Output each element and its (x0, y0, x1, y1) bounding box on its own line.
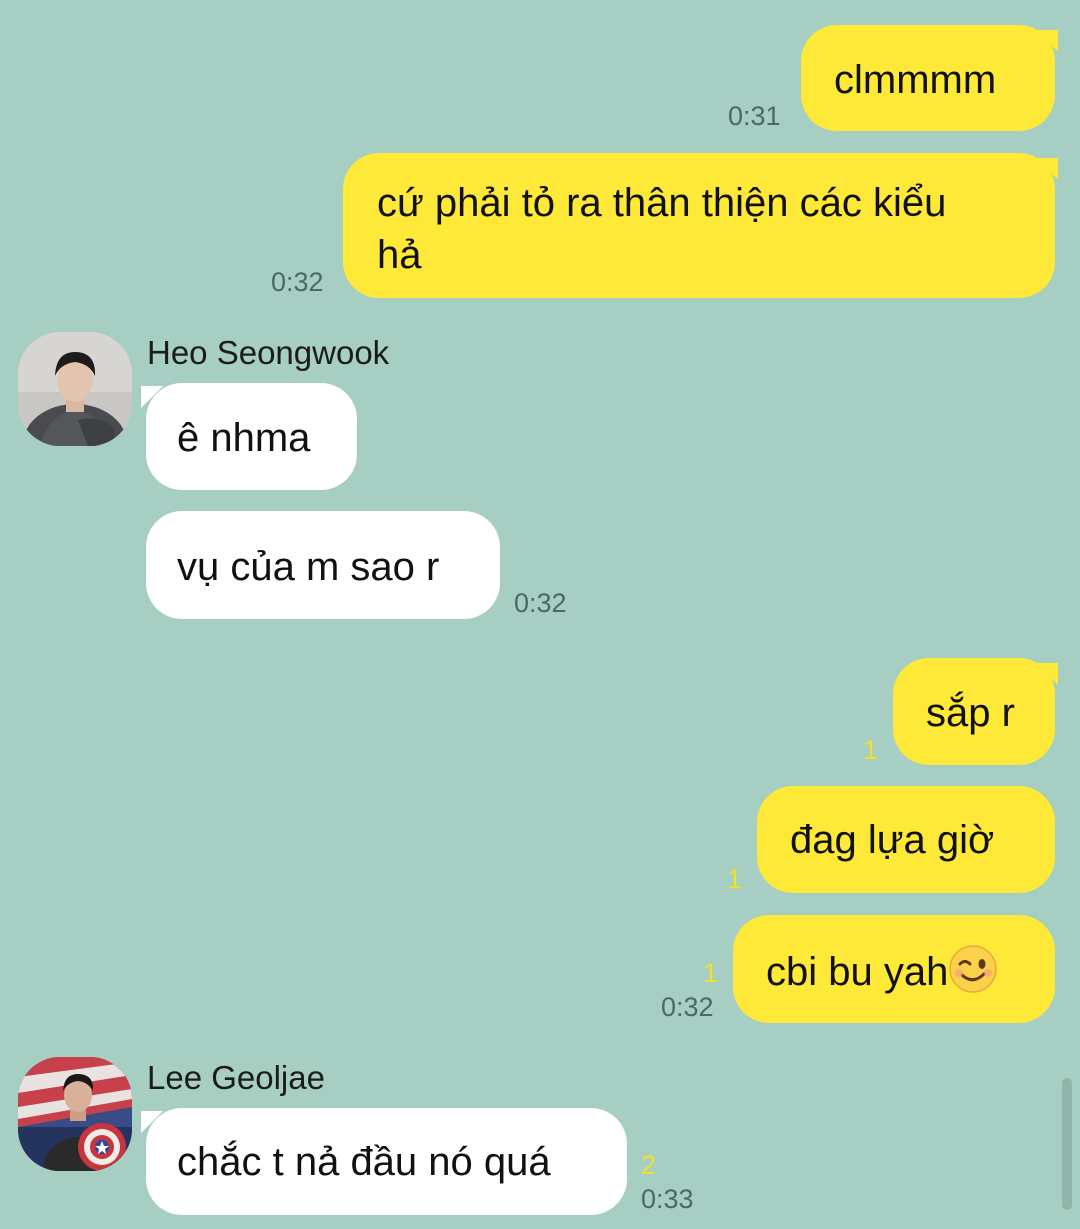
message-bubble[interactable]: vụ của m sao r (146, 511, 500, 619)
unread-count: 2 (641, 1150, 657, 1180)
message-bubble[interactable]: sắp r (893, 658, 1055, 765)
avatar-photo-heo-seongwook (18, 332, 132, 446)
avatar[interactable] (18, 1057, 132, 1171)
avatar-photo-lee-geoljae (18, 1057, 132, 1171)
scrollbar[interactable] (1062, 1078, 1072, 1210)
sender-name: Heo Seongwook (147, 334, 390, 371)
message-bubble[interactable]: chắc t nả đầu nó quá (146, 1108, 627, 1215)
message-bubble[interactable]: ê nhma (146, 383, 357, 490)
message-text: cbi bu yah (766, 950, 949, 994)
sender-name: Lee Geoljae (147, 1059, 325, 1096)
message-time: 0:32 (514, 588, 567, 618)
unread-count: 1 (727, 864, 743, 894)
unread-count: 1 (703, 958, 719, 988)
message-time: 0:33 (641, 1184, 694, 1214)
message-bubble[interactable]: cứ phải tỏ ra thân thiện các kiểu hả (343, 153, 1055, 298)
message-text: đag lựa giờ (790, 818, 995, 862)
message-text: sắp r (926, 691, 1015, 735)
message-text-line-2: hả (377, 233, 422, 277)
message-text: ê nhma (177, 416, 311, 460)
bubble-tail (141, 1111, 163, 1133)
message-time: 0:32 (661, 992, 714, 1022)
unread-count: 1 (863, 735, 879, 765)
message-bubble[interactable]: clmmmm (801, 25, 1055, 131)
message-bubble[interactable]: đag lựa giờ (757, 786, 1055, 893)
message-text: vụ của m sao r (177, 545, 440, 589)
message-time: 0:32 (271, 267, 324, 297)
message-text: clmmmm (834, 58, 997, 102)
bubble-tail (1036, 158, 1058, 180)
message-text: chắc t nả đầu nó quá (177, 1140, 551, 1184)
bubble-tail (1036, 663, 1058, 685)
message-bubble[interactable]: cbi bu yah (733, 915, 1055, 1023)
bubble-tail (141, 386, 163, 408)
wink-emoji-icon (949, 945, 998, 993)
message-text-line-1: cứ phải tỏ ra thân thiện các kiểu (377, 181, 947, 225)
bubble-tail (1036, 30, 1058, 52)
message-time: 0:31 (728, 101, 781, 131)
avatar[interactable] (18, 332, 132, 446)
